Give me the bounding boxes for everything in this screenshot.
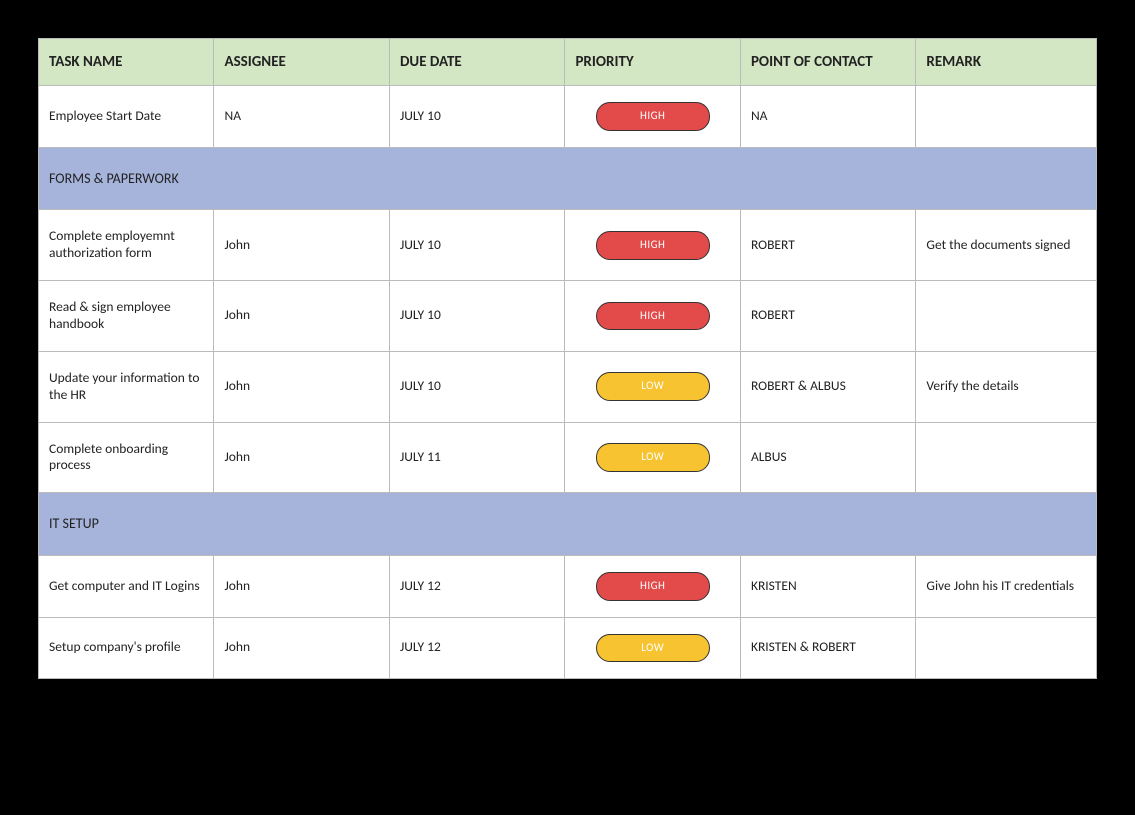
table-row: Setup company's profileJohnJULY 12 LOW KRI… [39, 617, 1097, 679]
col-contact: POINT OF CONTACT [740, 39, 915, 86]
cell-priority: HIGH [565, 210, 740, 281]
cell-remark: Give John his IT credentials [916, 555, 1097, 617]
cell-contact: KRISTEN [740, 555, 915, 617]
cell-due: JULY 10 [389, 281, 564, 352]
cell-due: JULY 10 [389, 210, 564, 281]
cell-priority: HIGH [565, 281, 740, 352]
cell-remark: Verify the details [916, 351, 1097, 422]
cell-contact: ROBERT & ALBUS [740, 351, 915, 422]
col-task: TASK NAME [39, 39, 214, 86]
cell-priority: HIGH [565, 555, 740, 617]
cell-priority: LOW [565, 351, 740, 422]
col-due: DUE DATE [389, 39, 564, 86]
cell-due: JULY 12 [389, 555, 564, 617]
cell-task: Get computer and IT Logins [39, 555, 214, 617]
table-row: Read & sign employee handbookJohnJULY 10… [39, 281, 1097, 352]
cell-remark: Get the documents signed [916, 210, 1097, 281]
cell-due: JULY 11 [389, 422, 564, 493]
cell-remark [916, 617, 1097, 679]
section-label: IT SETUP [39, 493, 1097, 556]
table-row: Get computer and IT LoginsJohnJULY 12 HIG… [39, 555, 1097, 617]
priority-pill-high: HIGH [596, 302, 710, 331]
cell-assignee: John [214, 351, 389, 422]
cell-due: JULY 10 [389, 86, 564, 148]
priority-pill-high: HIGH [596, 231, 710, 260]
cell-assignee: John [214, 281, 389, 352]
cell-contact: KRISTEN & ROBERT [740, 617, 915, 679]
cell-task: Complete employemnt authorization form [39, 210, 214, 281]
cell-remark [916, 281, 1097, 352]
priority-pill-low: LOW [596, 634, 710, 663]
cell-priority: HIGH [565, 86, 740, 148]
cell-contact: ALBUS [740, 422, 915, 493]
priority-pill-high: HIGH [596, 572, 710, 601]
onboarding-task-table: TASK NAME ASSIGNEE DUE DATE PRIORITY POI… [38, 38, 1097, 679]
cell-assignee: John [214, 555, 389, 617]
table-header-row: TASK NAME ASSIGNEE DUE DATE PRIORITY POI… [39, 39, 1097, 86]
priority-pill-low: LOW [596, 372, 710, 401]
cell-due: JULY 10 [389, 351, 564, 422]
section-label: FORMS & PAPERWORK [39, 147, 1097, 210]
table-row: Complete onboarding processJohnJULY 11 LO… [39, 422, 1097, 493]
cell-task: Update your information to the HR [39, 351, 214, 422]
priority-pill-high: HIGH [596, 102, 710, 131]
col-priority: PRIORITY [565, 39, 740, 86]
cell-due: JULY 12 [389, 617, 564, 679]
cell-assignee: John [214, 617, 389, 679]
cell-priority: LOW [565, 422, 740, 493]
cell-contact: ROBERT [740, 281, 915, 352]
table-row: Employee Start DateNAJULY 10HIGHNA [39, 86, 1097, 148]
table-row: Complete employemnt authorization formJo… [39, 210, 1097, 281]
cell-task: Setup company's profile [39, 617, 214, 679]
cell-assignee: John [214, 210, 389, 281]
cell-task: Complete onboarding process [39, 422, 214, 493]
cell-contact: NA [740, 86, 915, 148]
cell-remark [916, 86, 1097, 148]
section-row: IT SETUP [39, 493, 1097, 556]
table-row: Update your information to the HRJohnJUL… [39, 351, 1097, 422]
col-assignee: ASSIGNEE [214, 39, 389, 86]
section-row: FORMS & PAPERWORK [39, 147, 1097, 210]
cell-contact: ROBERT [740, 210, 915, 281]
cell-assignee: John [214, 422, 389, 493]
cell-assignee: NA [214, 86, 389, 148]
cell-priority: LOW [565, 617, 740, 679]
cell-task: Employee Start Date [39, 86, 214, 148]
cell-remark [916, 422, 1097, 493]
cell-task: Read & sign employee handbook [39, 281, 214, 352]
col-remark: REMARK [916, 39, 1097, 86]
priority-pill-low: LOW [596, 443, 710, 472]
